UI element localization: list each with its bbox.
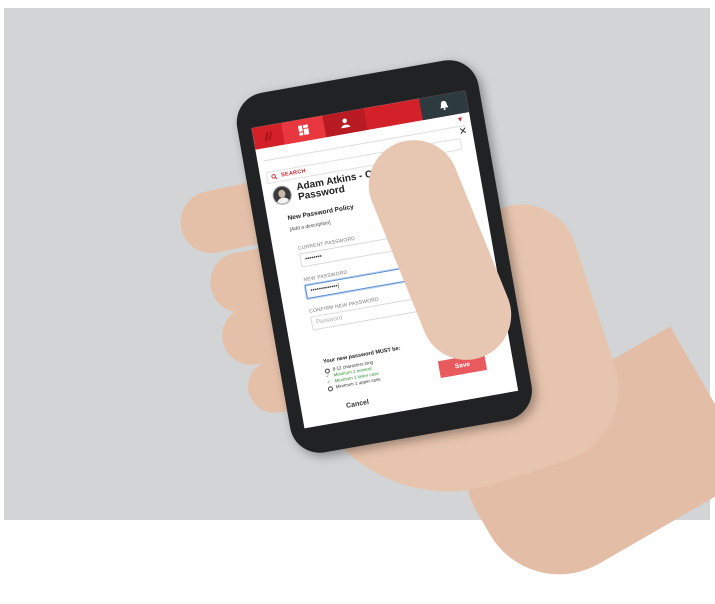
close-button[interactable]: ✕	[458, 126, 468, 138]
search-icon	[271, 174, 278, 180]
search-label: SEARCH	[280, 168, 307, 179]
policy-description: [Add a description]	[289, 219, 332, 233]
check-icon: ✓	[326, 378, 332, 386]
nav-logo[interactable]	[252, 123, 285, 150]
brand-logo-icon	[264, 131, 272, 141]
close-icon: ✕	[458, 125, 469, 139]
bell-icon	[440, 100, 449, 111]
new-password-field[interactable]: •••••••••••••|	[304, 266, 416, 300]
user-icon	[341, 118, 351, 129]
avatar	[271, 184, 294, 207]
unmet-circle-icon	[327, 385, 334, 392]
chevron-down-icon: ▾	[457, 114, 463, 124]
dashboard-icon	[297, 124, 310, 136]
cancel-button[interactable]: Cancel	[346, 399, 370, 410]
policy-title: New Password Policy	[287, 203, 355, 223]
password-requirements: Your new password MUST be: 8-12 characte…	[323, 346, 406, 392]
